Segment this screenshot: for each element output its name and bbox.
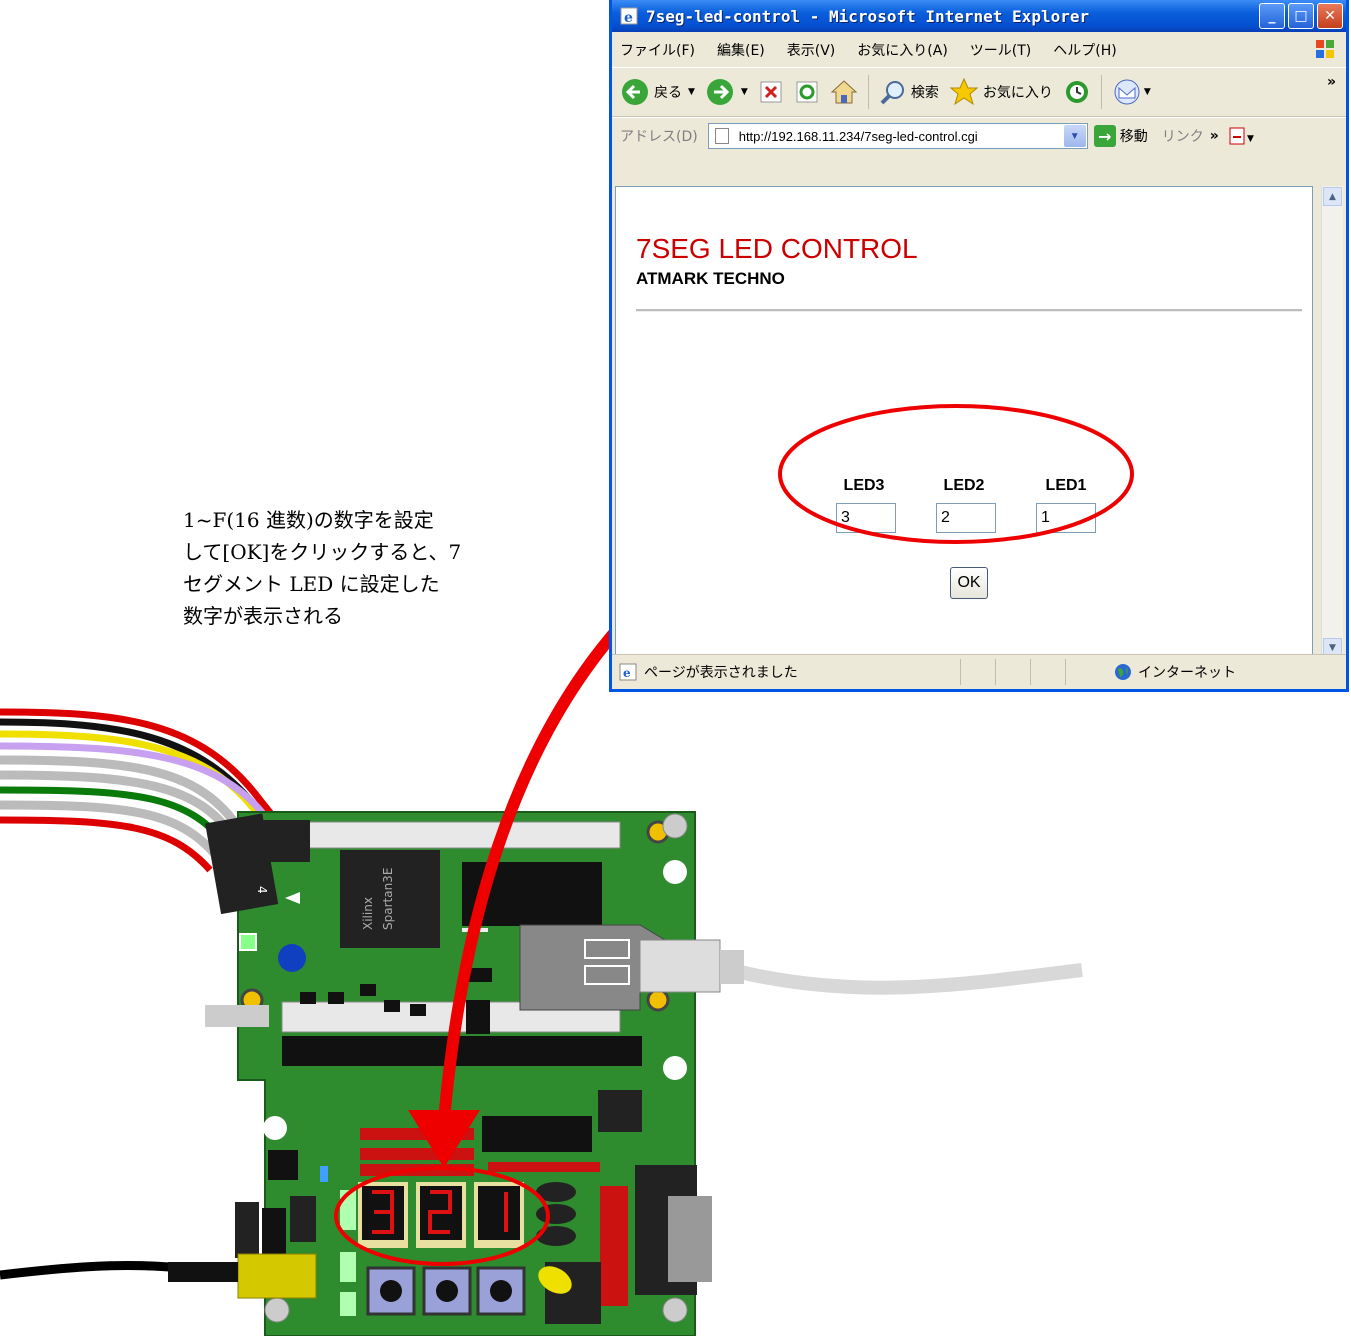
links-label[interactable]: リンク: [1162, 126, 1204, 146]
pdf-tool-icon[interactable]: ▼: [1227, 125, 1257, 147]
scroll-up-icon[interactable]: ▲: [1323, 187, 1342, 206]
address-url: http://192.168.11.234/7seg-led-control.c…: [738, 128, 978, 144]
favorites-button[interactable]: お気に入り: [949, 77, 1053, 107]
ie-window: e 7seg-led-control - Microsoft Internet …: [609, 0, 1349, 692]
menu-edit[interactable]: 編集(E): [717, 40, 765, 60]
forward-dropdown-icon[interactable]: ▼: [741, 87, 748, 97]
star-icon: [949, 77, 979, 106]
address-input[interactable]: http://192.168.11.234/7seg-led-control.c…: [707, 123, 1088, 149]
toolbar-separator: [867, 75, 869, 109]
status-pane: [995, 659, 1030, 685]
status-bar: e ページが表示されました インターネット: [612, 654, 1346, 689]
address-dropdown-icon[interactable]: ▼: [1063, 125, 1086, 147]
zone-label: インターネット: [1138, 665, 1236, 681]
ie-logo-icon: e: [620, 7, 638, 26]
go-label: 移動: [1119, 129, 1148, 145]
globe-icon: [1115, 664, 1131, 680]
status-pane: [960, 659, 995, 685]
menu-view[interactable]: 表示(V): [787, 40, 836, 60]
led2-input[interactable]: 2: [936, 503, 996, 533]
ok-button[interactable]: OK: [950, 567, 988, 599]
search-icon: [880, 81, 904, 105]
menu-file[interactable]: ファイル(F): [620, 40, 695, 60]
status-pane: [1030, 659, 1065, 685]
refresh-icon[interactable]: [794, 79, 820, 105]
svg-text:e: e: [623, 666, 631, 680]
address-label: アドレス(D): [620, 129, 698, 145]
led1-input[interactable]: 1: [1036, 503, 1096, 533]
window-titlebar[interactable]: e 7seg-led-control - Microsoft Internet …: [612, 0, 1346, 32]
divider: [636, 309, 1302, 312]
back-arrow-icon: [622, 79, 648, 105]
links-overflow-icon[interactable]: »: [1210, 128, 1219, 144]
forward-button[interactable]: ▼: [705, 77, 748, 107]
back-dropdown-icon[interactable]: ▼: [688, 87, 695, 97]
page-status-icon: e: [619, 663, 637, 681]
page-title: 7SEG LED CONTROL: [636, 233, 918, 264]
back-label: 戻る: [654, 85, 682, 101]
home-icon[interactable]: [830, 78, 858, 106]
go-arrow-icon: →: [1093, 125, 1116, 147]
chip-label-2: Spartan3E: [381, 868, 395, 930]
menu-favorites[interactable]: お気に入り(A): [857, 40, 948, 60]
status-text: ページが表示されました: [644, 665, 798, 681]
window-body: ファイル(F) 編集(E) 表示(V) お気に入り(A) ツール(T) ヘルプ(…: [612, 32, 1346, 689]
forward-arrow-icon: [706, 79, 733, 105]
header-mark: 4: [255, 886, 269, 894]
led1-label: LED1: [1045, 477, 1087, 494]
mail-button[interactable]: ▼: [1112, 78, 1151, 106]
menu-tools[interactable]: ツール(T): [970, 40, 1031, 60]
back-button[interactable]: 戻る ▼: [620, 77, 695, 107]
page-icon: [714, 128, 729, 144]
svg-text:e: e: [624, 10, 633, 26]
history-icon[interactable]: [1063, 78, 1091, 106]
menubar: ファイル(F) 編集(E) 表示(V) お気に入り(A) ツール(T) ヘルプ(…: [612, 32, 1346, 68]
window-title: 7seg-led-control - Microsoft Internet Ex…: [646, 6, 1090, 26]
close-button[interactable]: ✕: [1317, 3, 1343, 29]
mail-icon: [1114, 79, 1140, 105]
status-pane: [1065, 659, 1100, 685]
led2-label: LED2: [943, 477, 985, 494]
stop-icon[interactable]: [758, 79, 784, 105]
page-content: 7SEG LED CONTROL ATMARK TECHNO LED3 LED2…: [615, 186, 1313, 658]
svg-text:▼: ▼: [1247, 134, 1254, 144]
chip-label-1: Xilinx: [361, 897, 375, 930]
mail-dropdown-icon: ▼: [1143, 87, 1151, 97]
page-subtitle: ATMARK TECHNO: [636, 269, 785, 288]
toolbar-separator: [1100, 75, 1102, 109]
vertical-scrollbar[interactable]: ▲ ▼: [1321, 186, 1343, 658]
toolbar: 戻る ▼ ▼ 検索 お気に入り ▼ »: [612, 68, 1346, 117]
security-zone: インターネット: [1114, 662, 1236, 682]
minimize-button[interactable]: _: [1259, 3, 1285, 29]
menu-help[interactable]: ヘルプ(H): [1053, 40, 1116, 60]
address-bar: アドレス(D) http://192.168.11.234/7seg-led-c…: [612, 117, 1346, 154]
search-button[interactable]: 検索: [879, 78, 939, 106]
search-label: 検索: [910, 85, 939, 101]
go-button[interactable]: → 移動: [1093, 125, 1148, 147]
favorites-label: お気に入り: [982, 85, 1053, 101]
windows-flag-icon: [1316, 40, 1334, 58]
led3-input[interactable]: 3: [836, 503, 896, 533]
toolbar-overflow-icon[interactable]: »: [1327, 74, 1336, 90]
led3-label: LED3: [843, 477, 885, 494]
maximize-button[interactable]: □: [1288, 3, 1314, 29]
